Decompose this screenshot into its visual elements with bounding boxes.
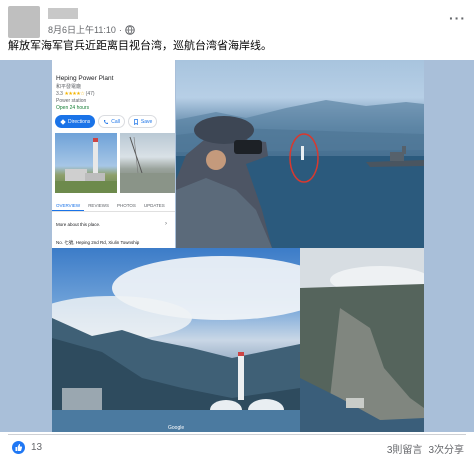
more-about-text: More about this place.: [56, 222, 101, 227]
tab-overview: OVERVIEW: [52, 200, 85, 211]
globe-icon[interactable]: [125, 24, 135, 35]
review-count: (47): [85, 91, 95, 97]
coastline-photo: [120, 133, 175, 193]
post-header: 8月6日上午11:10 · ···: [8, 6, 466, 38]
soldier-binoculars-photo: [176, 60, 424, 248]
aerial-scene-image: [300, 248, 424, 432]
post-caption: 解放军海军官兵近距离目视台湾，巡航台湾省海岸线。: [8, 40, 272, 52]
phone-icon: [104, 119, 109, 124]
post-meta: 8月6日上午11:10 ·: [48, 23, 135, 36]
place-rating: 3.3 ★★★★☆ (47): [56, 91, 95, 97]
crane-image: [120, 136, 175, 193]
place-category: Power station: [56, 98, 87, 104]
reactions[interactable]: 13: [12, 441, 42, 454]
comments-count[interactable]: 3則留言: [387, 441, 423, 456]
coastal-power-plant-photo: Google: [52, 248, 300, 432]
like-icon: [12, 441, 25, 454]
directions-button: Directions: [55, 115, 96, 128]
meta-separator: ·: [118, 24, 122, 35]
chevron-right-icon: ›: [165, 221, 167, 227]
power-plant-photo: [55, 133, 117, 193]
maps-screenshot: Heping Power Plant 和平發電廠 3.3 ★★★★☆ (47) …: [52, 60, 175, 248]
engagement-counts: 3則留言 3次分享: [387, 441, 464, 456]
map-watermark: Google: [168, 425, 184, 431]
directions-label: Directions: [68, 118, 91, 125]
tab-reviews: REVIEWS: [88, 203, 109, 208]
directions-icon: [60, 118, 66, 125]
footer-divider: [8, 434, 466, 435]
bookmark-icon: [134, 118, 138, 125]
power-plant-chimney-image: [55, 138, 117, 193]
coast-scene-image: Google: [52, 256, 300, 432]
author-name-redacted[interactable]: [48, 8, 78, 19]
place-name-local: 和平發電廠: [56, 84, 82, 90]
reaction-count[interactable]: 13: [31, 442, 42, 453]
aerial-coast-photo: [300, 248, 424, 432]
maps-tabs: OVERVIEW REVIEWS PHOTOS UPDATES: [52, 200, 175, 212]
tab-updates: UPDATES: [143, 203, 165, 208]
place-hours: Open 24 hours: [56, 105, 90, 111]
place-name: Heping Power Plant: [56, 75, 114, 82]
maps-action-buttons: Directions Call Save: [55, 115, 158, 128]
call-label: Call: [111, 118, 120, 125]
save-label: Save: [140, 118, 153, 125]
rating-stars: ★★★★☆: [64, 91, 85, 97]
facebook-post: 8月6日上午11:10 · ··· 解放军海军官兵近距离目视台湾，巡航台湾省海岸…: [0, 0, 474, 457]
soldier-scene-image: [176, 100, 424, 248]
author-avatar[interactable]: [8, 6, 40, 38]
call-button: Call: [98, 115, 125, 128]
image-collage[interactable]: Heping Power Plant 和平發電廠 3.3 ★★★★☆ (47) …: [0, 60, 474, 432]
place-address: No. 七號, Heping 2nd Rd, Xiulin Township: [56, 240, 140, 245]
rating-value: 3.3: [56, 91, 63, 97]
tab-photos: PHOTOS: [116, 203, 136, 208]
shares-count[interactable]: 3次分享: [428, 441, 464, 456]
save-button: Save: [127, 115, 158, 128]
more-options-icon[interactable]: ···: [449, 10, 466, 26]
post-timestamp[interactable]: 8月6日上午11:10: [48, 23, 116, 36]
